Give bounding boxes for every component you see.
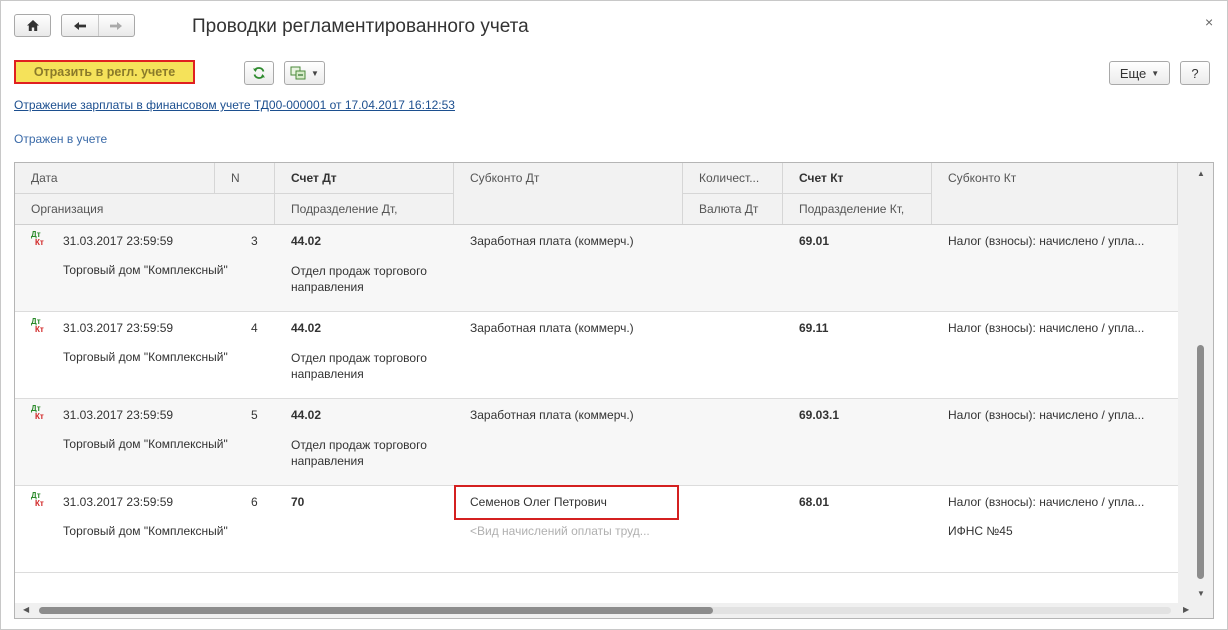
cell-dept-dt: Отдел продаж торгового направления xyxy=(291,264,427,294)
column-header-dept-dt[interactable]: Подразделение Дт, xyxy=(275,194,454,224)
cell-subconto-dt: Семенов Олег Петрович xyxy=(470,495,607,509)
column-header-subconto-kt[interactable]: Субконто Кт xyxy=(932,163,1178,224)
refresh-icon xyxy=(253,67,265,79)
cell-account-dt: 70 xyxy=(291,495,305,509)
cell-account-dt: 44.02 xyxy=(291,321,322,335)
cell-account-dt: 44.02 xyxy=(291,234,322,248)
cell-date: 31.03.2017 23:59:59 xyxy=(63,234,174,248)
scroll-up-icon[interactable]: ▲ xyxy=(1197,169,1205,178)
cell-account-kt: 69.03.1 xyxy=(799,408,840,422)
table-header: Дата N Счет Дт Субконто Дт Количест... С… xyxy=(15,163,1178,225)
column-header-date[interactable]: Дата xyxy=(15,163,215,194)
cell-account-dt: 44.02 xyxy=(291,408,322,422)
cell-organization: Торговый дом "Комплексный" xyxy=(63,437,228,451)
cell-organization: Торговый дом "Комплексный" xyxy=(63,350,228,364)
forward-button[interactable] xyxy=(98,15,134,36)
cell-subconto-dt: Заработная плата (коммерч.) xyxy=(470,321,634,335)
arrow-left-icon xyxy=(73,21,86,30)
more-label: Еще xyxy=(1119,65,1147,81)
cell-subconto-kt-2: ИФНС №45 xyxy=(948,524,1013,538)
column-header-n[interactable]: N xyxy=(215,163,275,194)
cell-account-kt: 69.01 xyxy=(799,234,830,248)
cell-n: 6 xyxy=(251,495,258,509)
cell-subconto-dt-2: <Вид начислений оплаты труд... xyxy=(470,524,650,538)
page-title: Проводки регламентированного учета xyxy=(192,16,529,37)
structure-icon xyxy=(290,66,306,80)
cell-subconto-dt: Заработная плата (коммерч.) xyxy=(470,408,634,422)
cell-subconto-kt: Налог (взносы): начислено / упла... xyxy=(948,495,1145,509)
document-structure-button[interactable]: ▼ xyxy=(284,61,325,85)
scroll-right-icon[interactable]: ▶ xyxy=(1183,605,1189,614)
document-link[interactable]: Отражение зарплаты в финансовом учете ТД… xyxy=(14,98,455,112)
chevron-down-icon: ▼ xyxy=(311,68,319,78)
table-row[interactable]: Дт Кт 31.03.2017 23:59:59 3 44.02 Заработ… xyxy=(15,225,1178,312)
refresh-button[interactable] xyxy=(244,61,274,85)
scroll-left-icon[interactable]: ◀ xyxy=(23,605,29,614)
home-button[interactable] xyxy=(14,14,51,37)
cell-organization: Торговый дом "Комплексный" xyxy=(63,263,228,277)
column-header-quantity[interactable]: Количест... xyxy=(683,163,783,194)
column-header-currency-dt[interactable]: Валюта Дт xyxy=(683,194,783,224)
cell-date: 31.03.2017 23:59:59 xyxy=(63,495,174,509)
column-header-organization[interactable]: Организация xyxy=(15,194,275,224)
cell-organization: Торговый дом "Комплексный" xyxy=(63,524,228,538)
posting-dt-kt-icon: Дт Кт xyxy=(31,491,44,508)
posting-dt-kt-icon: Дт Кт xyxy=(31,230,44,247)
cell-dept-dt: Отдел продаж торгового направления xyxy=(291,351,427,381)
vertical-scrollbar[interactable] xyxy=(1178,163,1213,603)
table-row[interactable]: Дт Кт 31.03.2017 23:59:59 4 44.02 Заработ… xyxy=(15,312,1178,399)
reflect-in-accounting-button[interactable]: Отразить в регл. учете xyxy=(14,60,195,84)
scroll-down-icon[interactable]: ▼ xyxy=(1197,589,1205,598)
postings-table: Дата N Счет Дт Субконто Дт Количест... С… xyxy=(14,162,1214,619)
vertical-scroll-thumb[interactable] xyxy=(1197,345,1204,579)
arrow-right-icon xyxy=(110,21,123,30)
cell-date: 31.03.2017 23:59:59 xyxy=(63,408,174,422)
column-header-dept-kt[interactable]: Подразделение Кт, xyxy=(783,194,932,224)
posting-dt-kt-icon: Дт Кт xyxy=(31,404,44,421)
table-row[interactable]: Дт Кт 31.03.2017 23:59:59 6 70 Семенов Ол… xyxy=(15,485,1178,573)
cell-dept-dt: Отдел продаж торгового направления xyxy=(291,438,427,468)
back-forward-group xyxy=(61,14,135,37)
cell-account-kt: 69.11 xyxy=(799,321,829,335)
cell-subconto-kt: Налог (взносы): начислено / упла... xyxy=(948,321,1145,335)
posting-dt-kt-icon: Дт Кт xyxy=(31,317,44,334)
cell-subconto-kt: Налог (взносы): начислено / упла... xyxy=(948,234,1145,248)
form-window: Проводки регламентированного учета × Отр… xyxy=(0,0,1228,630)
cell-subconto-dt: Заработная плата (коммерч.) xyxy=(470,234,634,248)
back-button[interactable] xyxy=(62,15,98,36)
cell-account-kt: 68.01 xyxy=(799,495,830,509)
help-button[interactable]: ? xyxy=(1180,61,1210,85)
column-header-account-kt[interactable]: Счет Кт xyxy=(783,163,932,194)
chevron-down-icon: ▼ xyxy=(1151,68,1160,78)
column-header-account-dt[interactable]: Счет Дт xyxy=(275,163,454,194)
cell-subconto-kt: Налог (взносы): начислено / упла... xyxy=(948,408,1145,422)
more-button[interactable]: Еще ▼ xyxy=(1109,61,1170,85)
cell-n: 5 xyxy=(251,408,258,422)
cell-n: 3 xyxy=(251,234,258,248)
home-icon xyxy=(26,20,39,31)
cell-n: 4 xyxy=(251,321,258,335)
table-row[interactable]: Дт Кт 31.03.2017 23:59:59 5 44.02 Заработ… xyxy=(15,399,1178,486)
column-header-subconto-dt[interactable]: Субконто Дт xyxy=(454,163,683,224)
horizontal-scroll-thumb[interactable] xyxy=(39,607,713,614)
close-icon[interactable]: × xyxy=(1205,14,1213,30)
cell-date: 31.03.2017 23:59:59 xyxy=(63,321,174,335)
status-text: Отражен в учете xyxy=(14,132,108,146)
